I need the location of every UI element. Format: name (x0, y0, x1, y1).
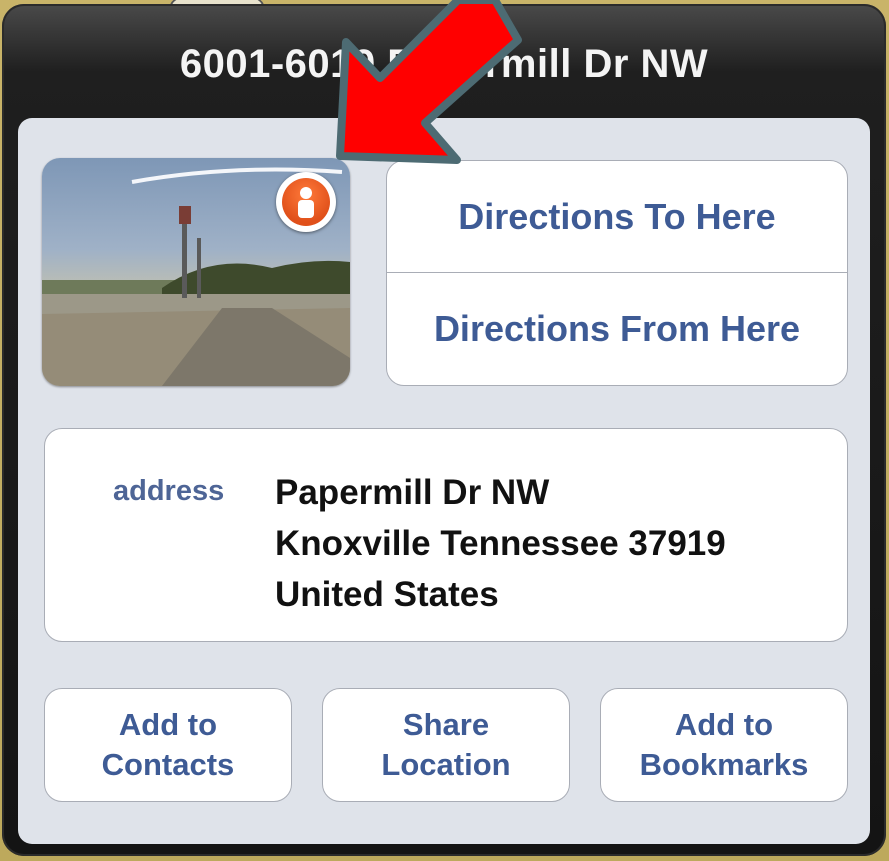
directions-to-here-button[interactable]: Directions To Here (387, 161, 847, 273)
address-line-city: Knoxville Tennessee 37919 (275, 524, 726, 563)
address-lines: Papermill Dr NW Knoxville Tennessee 3791… (275, 467, 726, 620)
address-card[interactable]: address Papermill Dr NW Knoxville Tennes… (44, 428, 848, 642)
add-to-bookmarks-line2: Bookmarks (639, 747, 809, 782)
directions-group: Directions To Here Directions From Here (386, 160, 848, 386)
add-to-bookmarks-button[interactable]: Add to Bookmarks (600, 688, 848, 802)
street-view-pegman-icon[interactable] (276, 172, 336, 232)
popover-title: 6001-6019 Papermill Dr NW (179, 42, 709, 86)
address-line-street: Papermill Dr NW (275, 473, 550, 512)
add-to-bookmarks-line1: Add to (674, 707, 774, 742)
add-to-contacts-line1: Add to (118, 707, 218, 742)
share-location-button[interactable]: Share Location (322, 688, 570, 802)
share-location-line1: Share (402, 707, 490, 742)
share-location-line2: Location (381, 747, 511, 782)
add-to-contacts-button[interactable]: Add to Contacts (44, 688, 292, 802)
address-label: address (113, 475, 225, 507)
address-line-country: United States (275, 575, 499, 614)
add-to-contacts-line2: Contacts (101, 747, 235, 782)
directions-from-here-button[interactable]: Directions From Here (387, 273, 847, 384)
